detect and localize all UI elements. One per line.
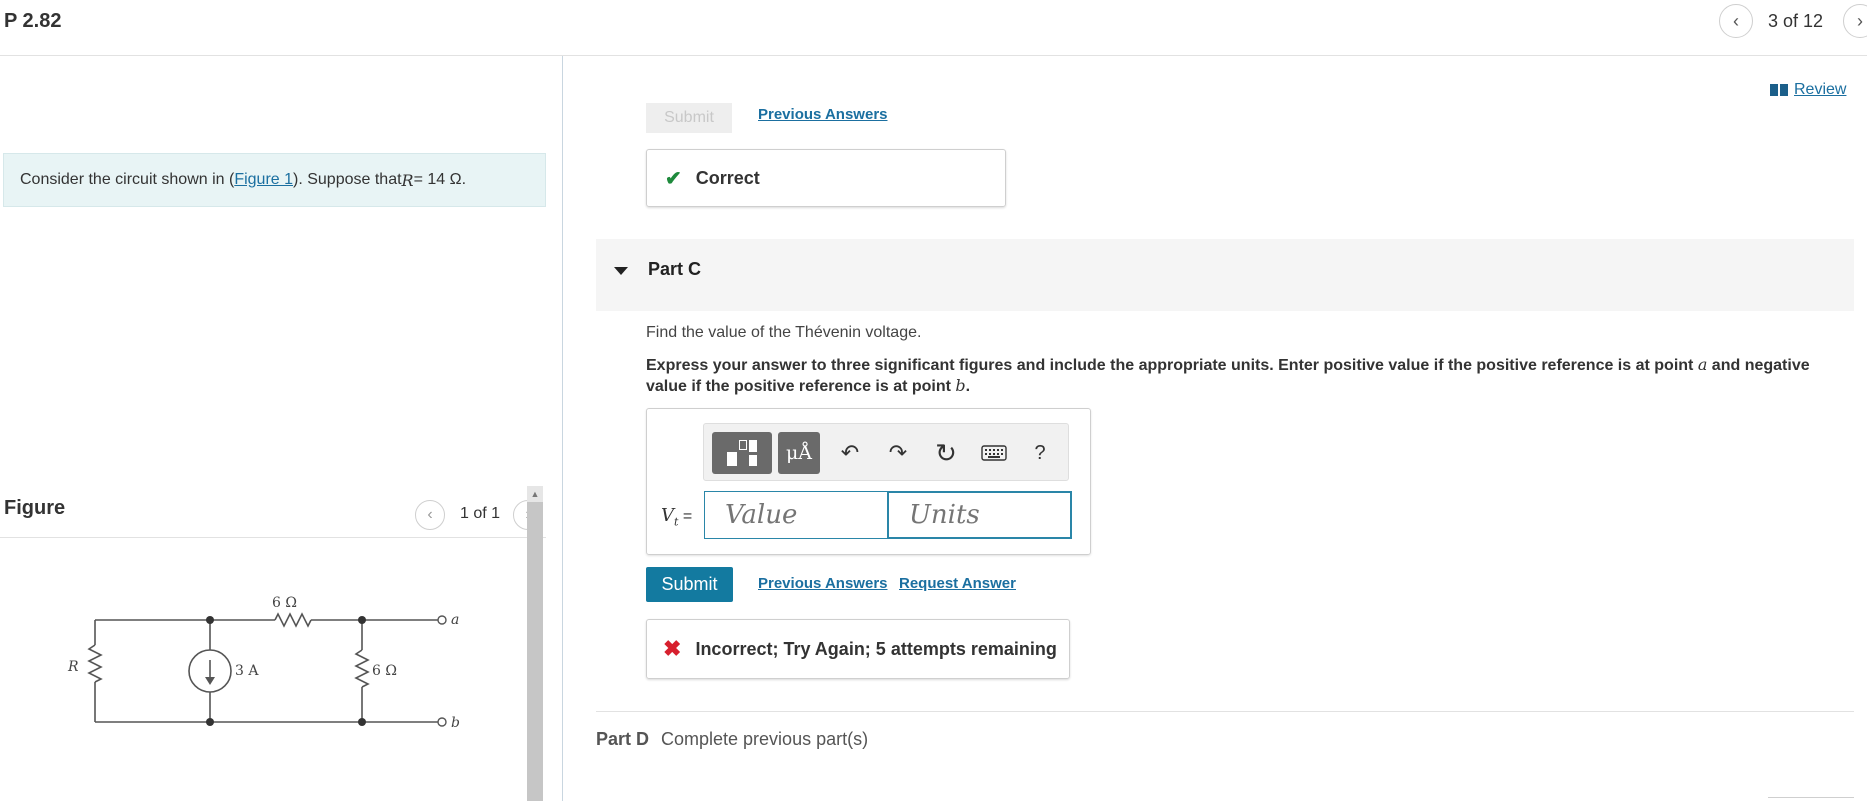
resistor-r (87, 644, 103, 683)
instructions-text-3: . (965, 378, 971, 395)
caret-down-icon (614, 267, 628, 275)
vt-eq: = (678, 508, 693, 525)
part-d-label: Part D (596, 729, 650, 749)
part-c-instructions: Express your answer to three significant… (646, 355, 1851, 397)
label-source: 3 A (235, 663, 259, 679)
part-c-header[interactable]: Part C (596, 239, 1854, 311)
point-b: b (955, 376, 966, 395)
math-toolbar: μÅ ↶ ↷ ↻ ? (703, 423, 1069, 481)
terminal-a (437, 615, 447, 625)
part-b-previous-answers-link[interactable]: Previous Answers (758, 106, 888, 123)
instructions-text-1: Express your answer to three significant… (646, 357, 1698, 374)
keyboard-icon[interactable] (976, 432, 1012, 474)
point-a: a (1697, 355, 1708, 374)
book-icon (1770, 84, 1788, 96)
label-a: a (451, 612, 459, 628)
label-r-right: 6 Ω (372, 663, 397, 679)
intro-mid: ). Suppose that (293, 171, 402, 188)
resistor-top (274, 612, 312, 628)
review-link[interactable]: Review (1770, 81, 1846, 99)
previous-answers-link[interactable]: Previous Answers (758, 575, 888, 592)
part-c-label: Part C (648, 259, 702, 279)
top-bar: P 2.82 ‹ 3 of 12 › (0, 0, 1867, 56)
chevron-left-icon: ‹ (1733, 10, 1739, 31)
review-label: Review (1794, 81, 1847, 98)
submit-button[interactable]: Submit (646, 567, 733, 602)
part-b-feedback: ✔ Correct (646, 149, 1006, 207)
label-r: R (67, 659, 79, 675)
part-c-feedback-text: Incorrect; Try Again; 5 attempts remaini… (695, 638, 1057, 659)
value-input[interactable] (704, 491, 888, 539)
node-dot (206, 718, 214, 726)
vt-label: Vt = (661, 505, 692, 529)
intro-var: R (401, 170, 414, 190)
chevron-left-icon: ‹ (427, 506, 433, 523)
label-b: b (451, 715, 460, 731)
node-dot (358, 718, 366, 726)
bottom-button-edge[interactable] (1768, 797, 1854, 801)
prev-problem-button[interactable]: ‹ (1719, 4, 1753, 38)
request-answer-link[interactable]: Request Answer (899, 575, 1016, 592)
templates-icon (727, 440, 757, 466)
figure-link[interactable]: Figure 1 (234, 171, 293, 189)
part-b-submit-button: Submit (646, 103, 732, 133)
figure-header: Figure ‹ 1 of 1 › (0, 480, 546, 538)
node-dot (206, 616, 214, 624)
divider (596, 711, 1854, 712)
page-count: 3 of 12 (1768, 11, 1824, 31)
node-dot (358, 616, 366, 624)
scroll-up-arrow-icon[interactable]: ▲ (527, 486, 543, 502)
next-problem-button[interactable]: › (1843, 4, 1867, 38)
part-b-feedback-text: Correct (695, 167, 760, 188)
help-button[interactable]: ? (1022, 432, 1058, 474)
circuit-diagram: R 3 A 6 Ω 6 Ω a b (67, 595, 460, 731)
units-input[interactable] (887, 491, 1072, 539)
templates-button[interactable] (712, 432, 772, 474)
intro-box: Consider the circuit shown in (Figure 1)… (3, 153, 546, 207)
terminal-b (437, 717, 447, 727)
reset-icon[interactable]: ↻ (928, 432, 964, 474)
problem-title: P 2.82 (4, 10, 62, 32)
units-symbols-button[interactable]: μÅ (778, 432, 820, 474)
figure-scrollbar[interactable] (527, 486, 543, 801)
vt-var: V (661, 505, 674, 526)
chevron-right-icon: › (1857, 10, 1863, 31)
part-c-question: Find the value of the Thévenin voltage. (646, 324, 922, 341)
answer-box: μÅ ↶ ↷ ↻ ? Vt = (646, 408, 1091, 555)
check-icon: ✔ (665, 167, 682, 190)
redo-icon[interactable]: ↷ (880, 432, 916, 474)
undo-icon[interactable]: ↶ (832, 432, 868, 474)
figure-title: Figure (4, 497, 66, 519)
arrow-head (205, 677, 215, 685)
intro-value: = 14 Ω. (413, 171, 467, 188)
part-d-status: Complete previous part(s) (661, 729, 869, 749)
part-c-feedback: ✖ Incorrect; Try Again; 5 attempts remai… (646, 619, 1070, 679)
label-r-top: 6 Ω (272, 595, 297, 611)
error-x-icon: ✖ (663, 636, 682, 661)
intro-prefix: Consider the circuit shown in ( (20, 171, 235, 188)
figure-count: 1 of 1 (460, 505, 501, 522)
figure-prev-button[interactable]: ‹ (415, 500, 445, 530)
resistor-right (354, 649, 370, 688)
